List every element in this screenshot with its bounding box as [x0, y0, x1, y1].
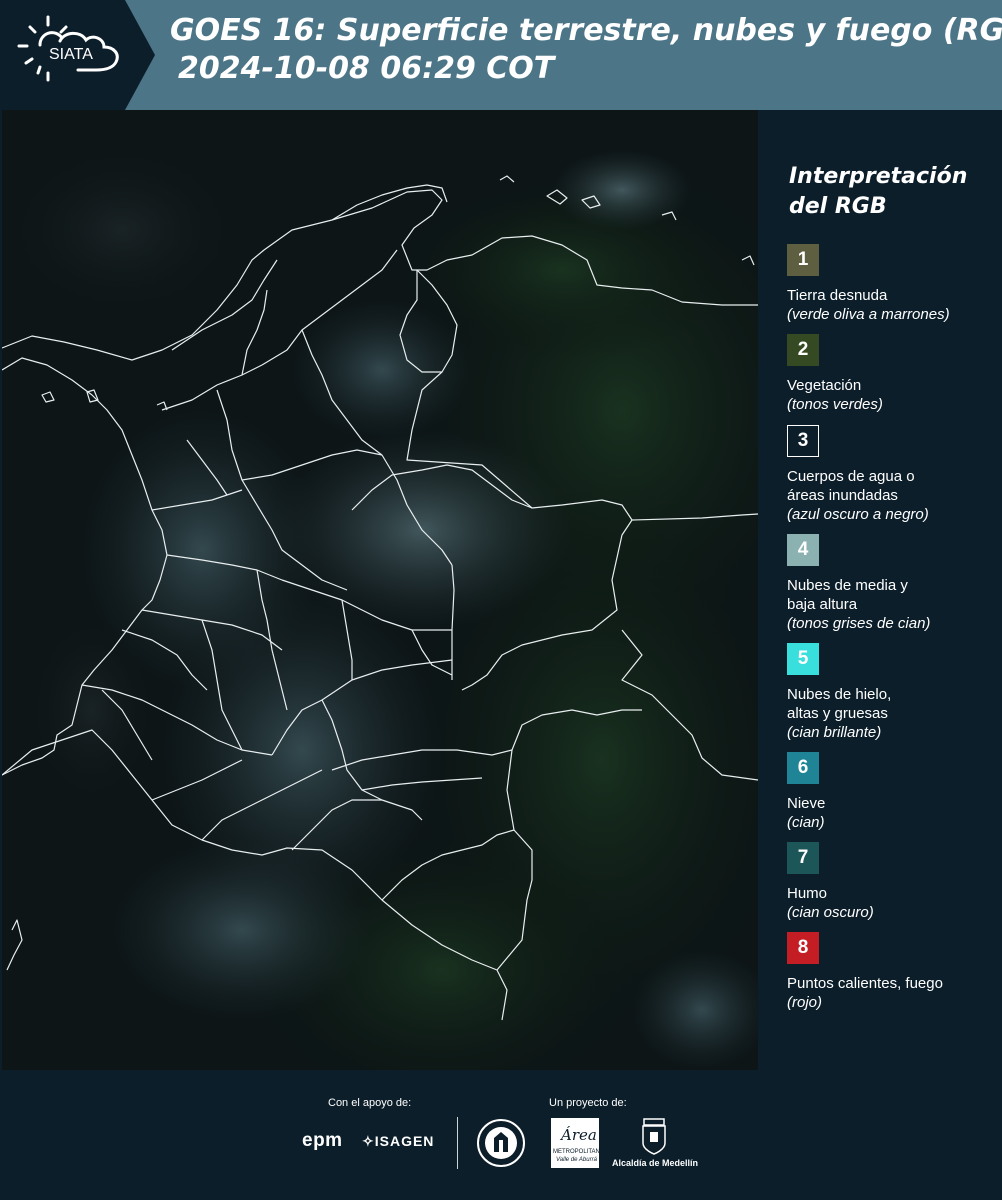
legend-note-1: (verde oliva a marrones): [787, 306, 950, 323]
title-datetime: 2024-10-08 06:29 COT: [178, 51, 555, 86]
legend-item-3: 3 Cuerpos de agua o áreas inundadas (azu…: [787, 425, 997, 524]
page-title: GOES 16: Superficie terrestre, nubes y f…: [170, 12, 1002, 88]
legend-swatch-6: 6: [787, 752, 819, 784]
legend-note-3: (azul oscuro a negro): [787, 506, 929, 523]
legend-item-5: 5 Nubes de hielo, altas y gruesas (cian …: [787, 643, 997, 742]
area-metropolitana-logo: Área METROPOLITANA Valle de Aburrá: [551, 1118, 604, 1168]
legend-swatch-8: 8: [787, 932, 819, 964]
legend-label-7: Humo: [787, 885, 828, 902]
header: SIATA GOES 16: Superficie terrestre, nub…: [0, 0, 1002, 110]
footer-divider: [457, 1117, 458, 1169]
legend-note-6: (cian): [787, 814, 825, 831]
isagen-logo: ✧ISAGEN: [362, 1133, 435, 1149]
project-label: Un proyecto de:: [549, 1097, 627, 1109]
alcaldia-label: Alcaldía de Medellín: [612, 1158, 699, 1168]
legend-item-6: 6 Nieve (cian): [787, 752, 997, 832]
legend-label-6: Nieve: [787, 795, 826, 812]
legend-label-8: Puntos calientes, fuego: [787, 975, 943, 992]
legend-swatch-3: 3: [787, 425, 819, 457]
legend-panel: Interpretación del RGB 1 Tierra desnuda …: [760, 110, 1002, 1070]
legend-label-5: Nubes de hielo, altas y gruesas: [787, 686, 892, 722]
legend-item-4: 4 Nubes de media y baja altura (tonos gr…: [787, 534, 997, 633]
siata-logo: SIATA: [0, 0, 155, 110]
isagen-icon: ✧: [362, 1133, 375, 1149]
epm-logo: epm: [302, 1130, 343, 1151]
legend-label-2: Vegetación: [787, 377, 862, 394]
legend-swatch-4: 4: [787, 534, 819, 566]
legend-title: Interpretación del RGB: [789, 164, 968, 219]
legend-note-8: (rojo): [787, 994, 823, 1011]
title-product: GOES 16: Superficie terrestre, nubes y f…: [170, 13, 1002, 48]
legend-label-3: Cuerpos de agua o áreas inundadas: [787, 468, 915, 504]
legend-note-7: (cian oscuro): [787, 904, 874, 921]
medellin-seal-icon: [477, 1119, 525, 1167]
legend-swatch-1: 1: [787, 244, 819, 276]
legend-swatch-5: 5: [787, 643, 819, 675]
legend-swatch-7: 7: [787, 842, 819, 874]
legend-item-7: 7 Humo (cian oscuro): [787, 842, 997, 922]
legend-label-4: Nubes de media y baja altura: [787, 577, 908, 613]
legend-note-4: (tonos grises de cian): [787, 615, 931, 632]
alcaldia-shield-icon: [642, 1118, 666, 1155]
legend-item-2: 2 Vegetación (tonos verdes): [787, 334, 997, 414]
legend-note-5: (cian brillante): [787, 724, 882, 741]
legend-item-8: 8 Puntos calientes, fuego (rojo): [787, 932, 997, 1012]
siata-logo-text: SIATA: [49, 46, 93, 63]
support-label: Con el apoyo de:: [328, 1097, 412, 1109]
legend-note-2: (tonos verdes): [787, 396, 883, 413]
footer: Con el apoyo de: Un proyecto de: epm ✧IS…: [0, 1070, 1002, 1200]
legend-label-1: Tierra desnuda: [787, 287, 888, 304]
satellite-map[interactable]: [2, 110, 758, 1070]
legend-item-1: 1 Tierra desnuda (verde oliva a marrones…: [787, 244, 997, 324]
legend-swatch-2: 2: [787, 334, 819, 366]
